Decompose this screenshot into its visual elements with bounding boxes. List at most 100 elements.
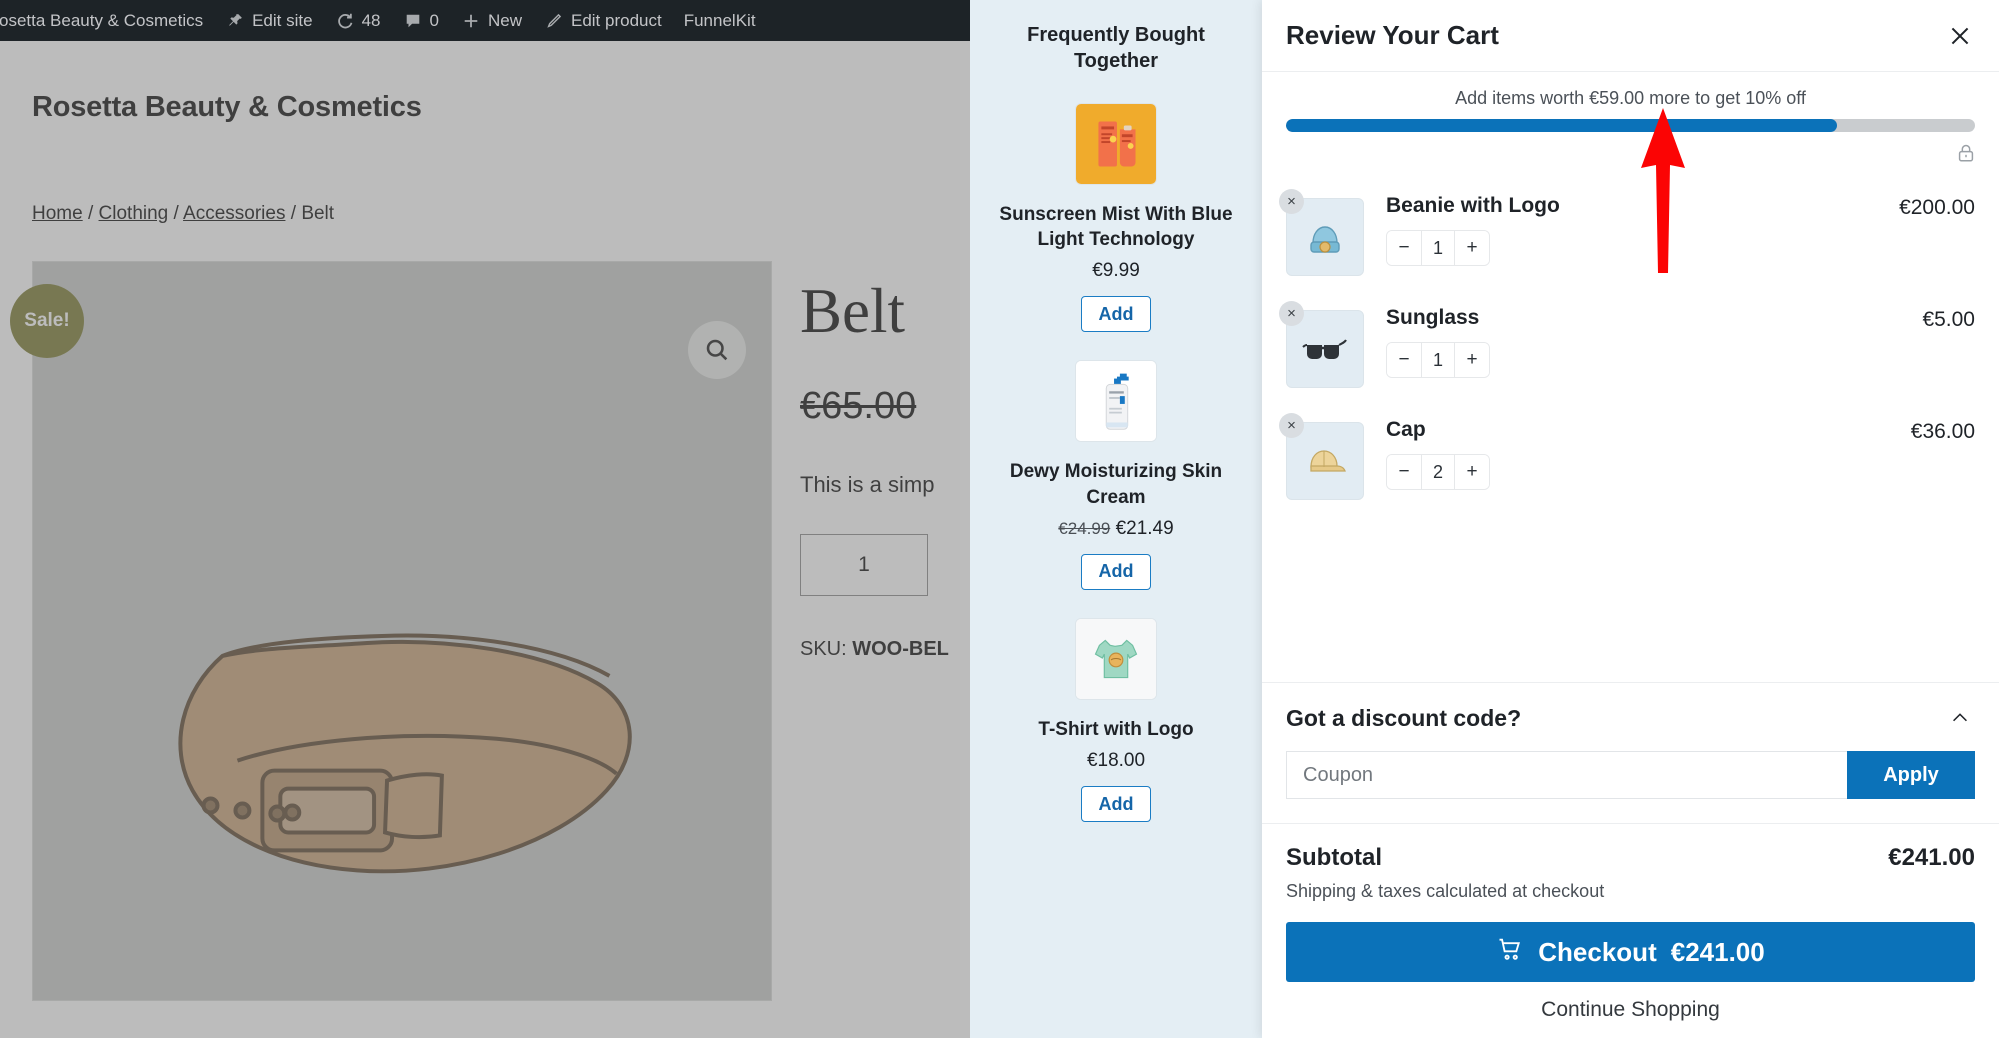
quantity-value[interactable]: 1 [1421,343,1455,377]
admin-bar-comments[interactable]: 0 [392,0,450,41]
edit-site-label: Edit site [252,10,313,30]
admin-bar-edit-site[interactable]: Edit site [214,0,323,41]
continue-shopping-link[interactable]: Continue Shopping [1286,998,1975,1022]
cart-item-details: Sunglass − 1 + [1364,302,1922,378]
subtotal-label: Subtotal [1286,844,1382,871]
cart-item-name: Sunglass [1386,306,1480,329]
coupon-row: Apply [1286,751,1975,799]
screenshot-root: osetta Beauty & Cosmetics Edit site 48 0… [0,0,1999,1038]
fbt-price-old: €24.99 [1058,518,1111,538]
cart-icon [1496,935,1524,970]
admin-bar-edit-product[interactable]: Edit product [533,0,673,41]
progress-fill [1286,119,1838,132]
quantity-increase-button[interactable]: + [1455,343,1489,377]
checkout-label: Checkout [1538,936,1657,967]
cart-sidebar: Review Your Cart Add items worth €59.00 … [1262,0,1999,1038]
cart-item-name: Beanie with Logo [1386,194,1560,217]
cart-items-list: × Beanie with Logo − 1 + €200.00 × Sungl… [1262,178,1999,683]
cart-item-thumb-wrap: × [1279,413,1364,500]
tshirt-image[interactable] [1075,617,1157,700]
fbt-product-price: €9.99 [988,260,1244,282]
coupon-heading: Got a discount code? [1286,704,1522,731]
site-name-label: osetta Beauty & Cosmetics [0,10,204,30]
subtotal-value: €241.00 [1888,844,1975,871]
quantity-stepper[interactable]: − 2 + [1386,454,1490,490]
quantity-value[interactable]: 1 [1421,231,1455,265]
coupon-header[interactable]: Got a discount code? [1286,703,1975,733]
fbt-product-skin-cream: Dewy Moisturizing Skin Cream €24.99 €21.… [988,360,1244,590]
quantity-stepper[interactable]: − 1 + [1386,342,1490,378]
cart-title: Review Your Cart [1286,20,1499,50]
fbt-add-button[interactable]: Add [1081,786,1151,823]
cart-progress: Add items worth €59.00 more to get 10% o… [1262,72,1999,132]
fbt-add-button[interactable]: Add [1081,553,1151,590]
coupon-section: Got a discount code? Apply [1262,683,1999,824]
cart-item-row: × Sunglass − 1 + €5.00 [1279,290,1975,402]
fbt-product-name: T-Shirt with Logo [1038,718,1194,740]
quantity-increase-button[interactable]: + [1455,455,1489,489]
checkout-button[interactable]: Checkout €241.00 [1286,922,1975,982]
close-icon[interactable] [1943,19,1977,53]
admin-bar-funnelkit[interactable]: FunnelKit [673,0,767,41]
remove-item-button[interactable]: × [1279,189,1304,214]
cart-item-price: €36.00 [1910,420,1975,443]
cart-item-details: Cap − 2 + [1364,414,1911,490]
admin-bar-site-name[interactable]: osetta Beauty & Cosmetics [0,0,214,41]
progress-track [1286,119,1975,132]
chevron-up-icon[interactable] [1945,703,1975,733]
remove-item-button[interactable]: × [1279,301,1304,326]
quantity-stepper[interactable]: − 1 + [1386,230,1490,266]
funnelkit-label: FunnelKit [683,10,756,30]
edit-product-label: Edit product [570,10,662,30]
fbt-add-button[interactable]: Add [1081,296,1151,333]
lotion-pump-bottle-image[interactable] [1075,360,1157,443]
updates-icon [335,11,355,31]
plus-icon [461,11,481,31]
fbt-price-current: €21.49 [1115,517,1174,539]
cart-item-name: Cap [1386,418,1426,441]
updates-count: 48 [361,10,381,30]
fbt-price-current: €18.00 [1086,750,1146,772]
progress-message: Add items worth €59.00 more to get 10% o… [1455,88,1806,108]
apply-coupon-button[interactable]: Apply [1847,751,1975,799]
cart-footer: Subtotal €241.00 Shipping & taxes calcul… [1262,824,1999,1038]
admin-bar-updates[interactable]: 48 [324,0,392,41]
fbt-product-name: Dewy Moisturizing Skin Cream [1009,461,1223,508]
cart-item-row: × Beanie with Logo − 1 + €200.00 [1279,178,1975,290]
shipping-note: Shipping & taxes calculated at checkout [1286,881,1605,901]
comments-count: 0 [429,10,439,30]
cart-item-thumb-wrap: × [1279,301,1364,388]
new-label: New [487,10,522,30]
cart-item-details: Beanie with Logo − 1 + [1364,190,1899,266]
page-dim-overlay[interactable] [0,41,970,1038]
wp-admin-bar: osetta Beauty & Cosmetics Edit site 48 0… [0,0,970,41]
sunscreen-tubes-image[interactable] [1075,102,1157,185]
cart-item-price: €200.00 [1899,196,1975,219]
quantity-decrease-button[interactable]: − [1387,455,1421,489]
lock-icon [1955,142,1977,169]
quantity-increase-button[interactable]: + [1455,231,1489,265]
quantity-decrease-button[interactable]: − [1387,343,1421,377]
admin-bar-new[interactable]: New [450,0,533,41]
fbt-product-price: €18.00 [988,750,1244,772]
subtotal-row: Subtotal €241.00 [1286,844,1975,872]
pencil-icon [544,11,564,31]
fbt-product-sunscreen: Sunscreen Mist With Blue Light Technolog… [988,102,1244,333]
checkout-amount: €241.00 [1670,936,1765,967]
cart-header: Review Your Cart [1262,0,1999,72]
frequently-bought-together-panel: Frequently Bought Together Sunscreen Mis… [970,0,1262,1038]
secure-row [1262,132,1999,178]
fbt-price-current: €9.99 [1092,260,1140,282]
fbt-heading: Frequently Bought Together [1027,24,1205,73]
quantity-value[interactable]: 2 [1421,455,1455,489]
fbt-product-name: Sunscreen Mist With Blue Light Technolog… [999,203,1233,251]
remove-item-button[interactable]: × [1279,413,1304,438]
coupon-input[interactable] [1286,751,1847,799]
fbt-product-tshirt: T-Shirt with Logo €18.00 Add [988,617,1244,823]
cart-item-row: × Cap − 2 + €36.00 [1279,402,1975,514]
cart-item-price: €5.00 [1922,308,1975,331]
pin-icon [225,11,245,31]
fbt-product-price: €24.99 €21.49 [988,518,1244,540]
quantity-decrease-button[interactable]: − [1387,231,1421,265]
cart-item-thumb-wrap: × [1279,189,1364,276]
